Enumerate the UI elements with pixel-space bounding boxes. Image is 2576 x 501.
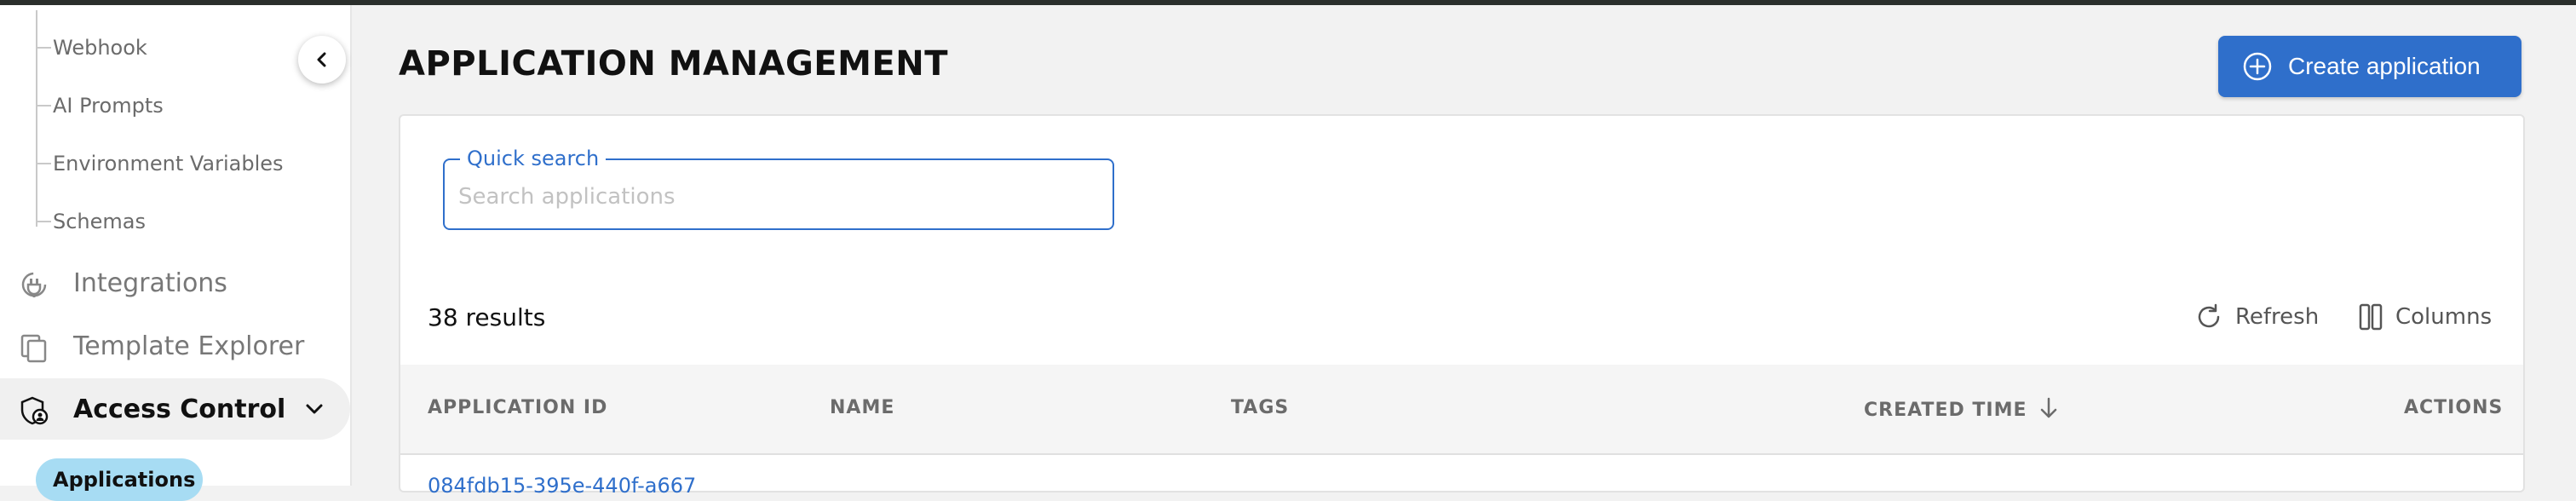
- column-header-name[interactable]: NAME: [830, 397, 894, 418]
- column-header-application-id[interactable]: APPLICATION ID: [428, 397, 607, 418]
- chevron-down-icon[interactable]: [302, 397, 326, 421]
- sidebar-item-template-explorer[interactable]: Template Explorer: [0, 315, 350, 377]
- columns-button[interactable]: Columns: [2358, 300, 2492, 334]
- table-header: APPLICATION ID NAME TAGS CREATED TIME AC…: [400, 365, 2523, 455]
- quick-search-label: Quick search: [460, 147, 607, 170]
- application-id-link[interactable]: 084fdb15-395e-440f-a667: [428, 474, 696, 498]
- create-application-button[interactable]: Create application: [2218, 36, 2521, 97]
- quick-search-field[interactable]: Quick search: [443, 147, 1114, 230]
- search-input[interactable]: [457, 179, 1090, 215]
- sidebar-subitem-schemas[interactable]: Schemas: [36, 204, 146, 239]
- sort-descending-icon: [2040, 397, 2057, 418]
- top-bar: [0, 0, 2576, 5]
- sidebar-item-access-control[interactable]: Access Control: [0, 378, 350, 440]
- create-application-label: Create application: [2288, 53, 2481, 79]
- sidebar-item-label: Template Explorer: [73, 331, 305, 361]
- column-header-created-time-label: CREATED TIME: [1864, 400, 2027, 421]
- sidebar-subitem-label: AI Prompts: [53, 94, 164, 118]
- sidebar-item-label: Access Control: [73, 394, 286, 424]
- columns-label: Columns: [2395, 304, 2493, 330]
- column-header-tags[interactable]: TAGS: [1231, 397, 1289, 418]
- chevron-left-icon: [317, 52, 326, 67]
- results-count: 38 results: [428, 303, 546, 331]
- sidebar-subitem-label: Schemas: [53, 210, 146, 233]
- sidebar-item-label: Integrations: [73, 268, 227, 298]
- applications-panel: Quick search 38 results Refresh Columns …: [399, 114, 2525, 498]
- sidebar: Webhook AI Prompts Environment Variables…: [0, 5, 352, 501]
- column-header-created-time[interactable]: CREATED TIME: [1864, 397, 2058, 421]
- page-title: APPLICATION MANAGEMENT: [399, 44, 948, 84]
- plus-circle-icon: [2243, 52, 2272, 81]
- copy-icon: [20, 334, 47, 363]
- refresh-icon: [2198, 303, 2220, 328]
- columns-icon: [2359, 303, 2383, 331]
- sidebar-subitem-ai-prompts[interactable]: AI Prompts: [36, 89, 164, 123]
- sidebar-subitem-environment-variables[interactable]: Environment Variables: [36, 147, 284, 181]
- refresh-button[interactable]: Refresh: [2194, 300, 2319, 334]
- sidebar-subitem-label: Applications: [53, 468, 196, 492]
- sidebar-subitem-label: Webhook: [53, 36, 147, 60]
- collapse-sidebar-button[interactable]: [298, 36, 346, 84]
- sidebar-subitem-label: Environment Variables: [53, 152, 284, 176]
- sidebar-subitem-applications[interactable]: Applications: [36, 458, 203, 501]
- column-header-actions: ACTIONS: [2404, 397, 2504, 418]
- sidebar-subitem-webhook[interactable]: Webhook: [36, 31, 147, 65]
- sidebar-item-integrations[interactable]: Integrations: [0, 252, 350, 314]
- refresh-label: Refresh: [2235, 304, 2320, 330]
- shield-user-icon: [20, 396, 49, 425]
- integrations-icon: [21, 272, 47, 297]
